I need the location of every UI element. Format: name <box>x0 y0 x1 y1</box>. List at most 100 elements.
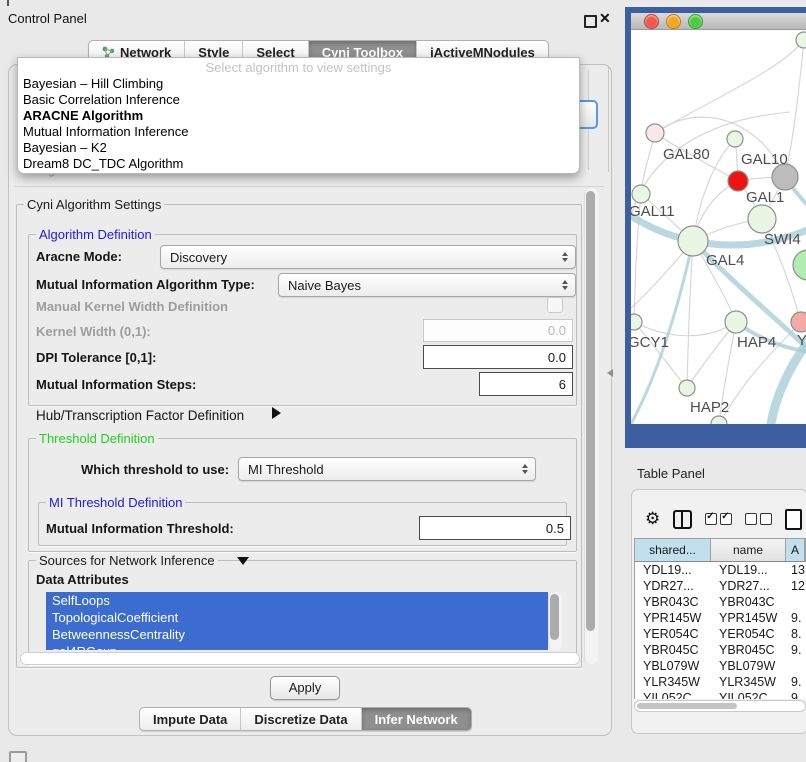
table-cell: YBR043C <box>711 594 786 610</box>
table-horizontal-scrollbar[interactable] <box>634 700 806 712</box>
combo-spinner-icon <box>562 252 568 262</box>
table-cell: 9. <box>786 610 806 626</box>
network-node[interactable] <box>793 250 806 280</box>
algorithm-definition-title: Algorithm Definition <box>36 227 155 242</box>
algorithm-popup-prompt: Select algorithm to view settings <box>18 60 579 76</box>
table-row[interactable]: YLR345WYLR345W9. <box>635 674 806 690</box>
algorithm-item-basic-correlation-inference[interactable]: Basic Correlation Inference <box>18 92 579 108</box>
algorithm-item-bayesian-hill-climbing[interactable]: Bayesian – Hill Climbing <box>18 76 579 92</box>
attribute-item-selfloops[interactable]: SelfLoops <box>46 592 548 609</box>
tab-impute-data[interactable]: Impute Data <box>140 708 240 730</box>
column-header-shared-name[interactable]: shared... <box>635 539 711 561</box>
table-row[interactable]: YIL052CYIL052C9 <box>635 690 806 699</box>
float-window-icon[interactable] <box>584 15 597 28</box>
dpi-tolerance-field[interactable]: 0.0 <box>423 345 573 369</box>
table-row[interactable]: YDR27...YDR27...12 <box>635 578 806 594</box>
network-node[interactable] <box>631 314 642 330</box>
attribute-item-gal4rgexp[interactable]: gal4RGexp <box>46 643 548 650</box>
table-cell: YBL079W <box>711 658 786 674</box>
sources-collapse-icon[interactable] <box>237 557 249 565</box>
table-row[interactable]: YBR045CYBR045C9. <box>635 642 806 658</box>
network-node-label-gal4: GAL4 <box>706 252 744 269</box>
table-cell: YDL19... <box>711 562 786 578</box>
kernel-width-field[interactable]: 0.0 <box>423 319 573 342</box>
window-zoom-icon[interactable] <box>688 14 703 29</box>
table-cell: YIL052C <box>711 690 786 699</box>
table-cell: YDR27... <box>711 578 786 594</box>
dpi-tolerance-label: DPI Tolerance [0,1]: <box>36 350 156 365</box>
algorithm-item-aracne-algorithm[interactable]: ARACNE Algorithm <box>18 108 579 124</box>
aracne-mode-combo[interactable]: Discovery <box>160 245 576 269</box>
attribute-item-topologicalcoefficient[interactable]: TopologicalCoefficient <box>46 609 548 626</box>
attribute-list-thumb[interactable] <box>550 594 559 640</box>
gear-icon[interactable]: ⚙ <box>645 509 660 529</box>
network-node[interactable] <box>646 124 664 142</box>
table-row[interactable]: YPR145WYPR145W9. <box>635 610 806 626</box>
network-node[interactable] <box>728 171 748 191</box>
settings-horizontal-scrollbar[interactable] <box>20 652 580 665</box>
mi-type-combo[interactable]: Naive Bayes <box>278 273 576 297</box>
aracne-mode-value: Discovery <box>170 250 227 265</box>
network-node[interactable] <box>679 380 695 396</box>
algorithm-item-mutual-information-inference[interactable]: Mutual Information Inference <box>18 124 579 140</box>
network-node[interactable] <box>678 226 708 256</box>
mi-steps-field[interactable]: 6 <box>479 372 573 396</box>
network-node[interactable] <box>725 311 747 333</box>
data-attributes-list[interactable]: SelfLoopsTopologicalCoefficientBetweenne… <box>46 592 548 650</box>
table-row[interactable]: YBL079WYBL079W <box>635 658 806 674</box>
network-edge <box>655 40 804 133</box>
table-cell: YBR045C <box>635 642 711 658</box>
mi-threshold-field[interactable]: 0.5 <box>419 516 571 540</box>
table-cell: YBR043C <box>635 594 711 610</box>
network-node-label-swi4: SWI4 <box>764 231 801 248</box>
table-cell: YPR145W <box>711 610 786 626</box>
table-header: shared... name A <box>634 538 806 562</box>
which-threshold-combo[interactable]: MI Threshold <box>238 457 536 481</box>
algorithm-popup-items: Bayesian – Hill ClimbingBasic Correlatio… <box>18 76 579 172</box>
table-cell: YBL079W <box>635 658 711 674</box>
columns-icon[interactable] <box>673 510 692 529</box>
settings-vertical-scrollbar[interactable] <box>584 188 598 664</box>
checked-boxes-icon[interactable] <box>705 513 732 525</box>
attribute-list-scrollbar[interactable] <box>548 592 562 650</box>
table-row[interactable]: YDL19...YDL19...13 <box>635 562 806 578</box>
close-icon[interactable]: ✕ <box>599 10 611 27</box>
attribute-item-betweennesscentrality[interactable]: BetweennessCentrality <box>46 626 548 643</box>
tab-discretize-data[interactable]: Discretize Data <box>240 708 360 730</box>
table-row[interactable]: YER054CYER054C8. <box>635 626 806 642</box>
network-window-titlebar[interactable] <box>631 13 806 30</box>
network-node[interactable] <box>796 32 806 48</box>
mi-threshold-label: Mutual Information Threshold: <box>46 521 234 536</box>
cyni-algorithm-settings-title: Cyni Algorithm Settings <box>24 197 164 212</box>
algorithm-item-bayesian-k2[interactable]: Bayesian – K2 <box>18 140 579 156</box>
unchecked-boxes-icon[interactable] <box>745 513 772 525</box>
hub-definition-label: Hub/Transcription Factor Definition <box>36 408 244 423</box>
network-node[interactable] <box>791 312 806 332</box>
network-node[interactable] <box>727 131 743 147</box>
network-node[interactable] <box>632 185 650 203</box>
network-canvas[interactable]: GAL80GAL10GAL11GAL1GAL4SWI4GCY1HAP4YHAP2 <box>631 30 806 424</box>
network-node[interactable] <box>748 205 776 233</box>
tab-discretize-data-label: Discretize Data <box>254 712 347 727</box>
panel-splitter-collapse-icon[interactable] <box>607 369 613 377</box>
window-close-icon[interactable] <box>644 14 659 29</box>
table-cell <box>786 594 806 610</box>
mi-type-label: Mutual Information Algorithm Type: <box>36 277 255 292</box>
column-header-partial[interactable]: A <box>786 539 805 561</box>
hub-expand-icon[interactable] <box>272 407 281 419</box>
apply-button[interactable]: Apply <box>270 676 340 700</box>
column-header-name[interactable]: name <box>711 539 786 561</box>
table-row[interactable]: YBR043CYBR043C <box>635 594 806 610</box>
window-minimize-icon[interactable] <box>666 14 681 29</box>
dock-panel-icon[interactable] <box>9 751 27 762</box>
network-edge <box>687 322 736 388</box>
document-icon[interactable] <box>785 509 802 530</box>
tab-infer-network[interactable]: Infer Network <box>361 708 471 730</box>
table-cell: YLR345W <box>635 674 711 690</box>
network-node[interactable] <box>711 416 727 424</box>
hidden-groupbox-edge2 <box>608 66 609 172</box>
settings-scrollbar-thumb[interactable] <box>586 191 595 631</box>
manual-kernel-checkbox[interactable] <box>547 297 563 313</box>
table-hscroll-thumb[interactable] <box>637 703 737 709</box>
algorithm-item-dream8-dc-tdc-algorithm[interactable]: Dream8 DC_TDC Algorithm <box>18 156 579 172</box>
